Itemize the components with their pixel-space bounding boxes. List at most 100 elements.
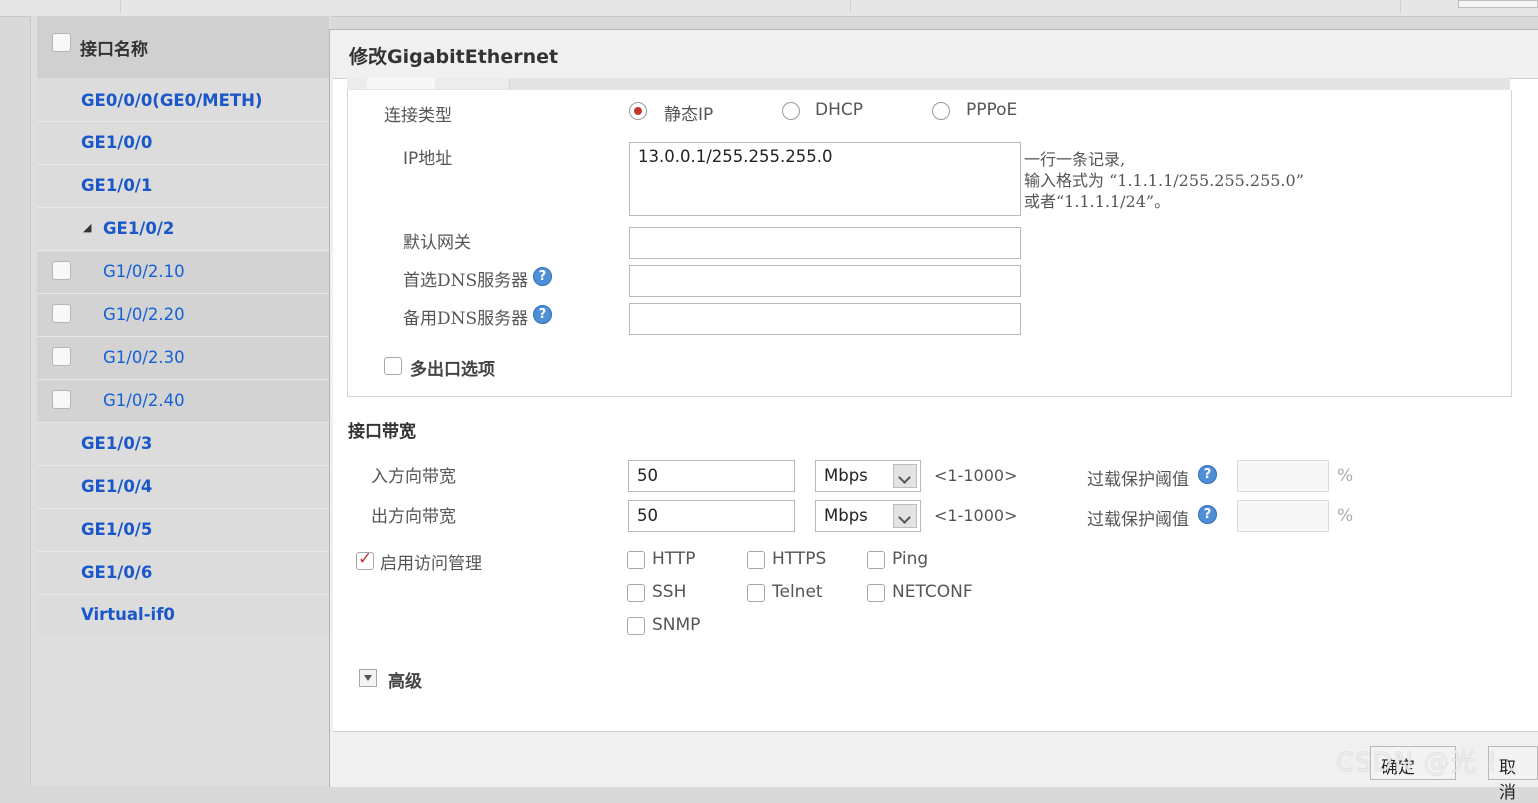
tab[interactable]	[435, 78, 510, 89]
subinterface-row[interactable]: G1/0/2.30	[37, 337, 329, 380]
https-label: HTTPS	[772, 549, 827, 569]
interface-row[interactable]: GE0/0/0(GE0/METH)	[37, 79, 329, 122]
netconf-label: NETCONF	[892, 582, 973, 602]
outbound-unit-value: Mbps	[824, 506, 868, 525]
snmp-checkbox[interactable]	[627, 617, 645, 635]
telnet-label: Telnet	[772, 582, 823, 602]
interface-link[interactable]: GE1/0/2	[103, 219, 174, 238]
interface-list-empty-area	[37, 636, 329, 786]
row-checkbox[interactable]	[52, 390, 71, 409]
outbound-unit-select[interactable]: Mbps	[815, 500, 921, 532]
outbound-percent-unit: %	[1337, 506, 1354, 526]
interface-link[interactable]: GE1/0/5	[81, 520, 152, 539]
tab-active[interactable]	[367, 78, 436, 89]
radio-static-ip[interactable]	[629, 102, 647, 120]
https-checkbox[interactable]	[747, 551, 765, 569]
subinterface-link[interactable]: G1/0/2.40	[103, 391, 185, 410]
interface-row[interactable]: GE1/0/0	[37, 122, 329, 165]
subinterface-row[interactable]: G1/0/2.40	[37, 380, 329, 423]
interface-row[interactable]: GE1/0/3	[37, 423, 329, 466]
radio-pppoe[interactable]	[932, 102, 950, 120]
row-checkbox[interactable]	[52, 304, 71, 323]
interface-link[interactable]: Virtual-if0	[81, 605, 175, 624]
interface-name-column-header: 接口名称	[80, 40, 148, 60]
help-icon[interactable]: ?	[533, 267, 552, 286]
ip-address-label: IP地址	[403, 149, 453, 169]
default-gateway-input[interactable]	[629, 227, 1021, 259]
interface-row[interactable]: GE1/0/6	[37, 552, 329, 595]
toolbar-box[interactable]	[1458, 0, 1538, 8]
interface-row[interactable]: GE1/0/5	[37, 509, 329, 552]
access-management-label: 启用访问管理	[380, 554, 482, 574]
inbound-percent-unit: %	[1337, 466, 1354, 486]
outbound-bandwidth-label: 出方向带宽	[371, 507, 456, 527]
ip-hint-line: 一行一条记录,	[1024, 150, 1126, 169]
watermark-text: CSDN @光 ! .	[1336, 748, 1517, 778]
ping-label: Ping	[892, 549, 929, 569]
snmp-label: SNMP	[652, 615, 701, 635]
outbound-overload-label: 过载保护阈值	[1087, 510, 1189, 530]
subinterface-link[interactable]: G1/0/2.10	[103, 262, 185, 281]
subinterface-link[interactable]: G1/0/2.30	[103, 348, 185, 367]
netconf-checkbox[interactable]	[867, 584, 885, 602]
ssh-label: SSH	[652, 582, 687, 602]
interface-row-expanded[interactable]: ◢ GE1/0/2	[37, 208, 329, 251]
bandwidth-section-title: 接口带宽	[348, 422, 416, 442]
primary-dns-input[interactable]	[629, 265, 1021, 297]
secondary-dns-input[interactable]	[629, 303, 1021, 335]
outbound-range-hint: <1-1000>	[934, 506, 1018, 525]
telnet-checkbox[interactable]	[747, 584, 765, 602]
ping-checkbox[interactable]	[867, 551, 885, 569]
inbound-overload-label: 过载保护阈值	[1087, 470, 1189, 490]
interface-link[interactable]: GE1/0/3	[81, 434, 152, 453]
toolbar-cell	[420, 0, 851, 12]
dropdown-arrow-icon[interactable]	[893, 504, 917, 528]
inbound-bandwidth-input[interactable]: 50	[628, 460, 795, 492]
option-static-ip-label: 静态IP	[664, 105, 714, 125]
option-pppoe-label: PPPoE	[966, 100, 1018, 120]
interface-link[interactable]: GE1/0/1	[81, 176, 152, 195]
interface-row[interactable]: Virtual-if0	[37, 595, 329, 638]
select-all-checkbox[interactable]	[52, 33, 71, 52]
subinterface-link[interactable]: G1/0/2.20	[103, 305, 185, 324]
ip-hint-line: 输入格式为 “1.1.1.1/255.255.255.0”	[1024, 171, 1304, 190]
inbound-overload-input[interactable]	[1237, 460, 1329, 492]
inbound-bandwidth-label: 入方向带宽	[371, 467, 456, 487]
ssh-checkbox[interactable]	[627, 584, 645, 602]
tab[interactable]	[347, 78, 368, 89]
toolbar-cell	[850, 0, 1401, 12]
collapse-triangle-icon[interactable]: ◢	[83, 221, 91, 234]
interface-link[interactable]: GE0/0/0(GE0/METH)	[81, 91, 262, 110]
interface-link[interactable]: GE1/0/4	[81, 477, 152, 496]
subinterface-row[interactable]: G1/0/2.10	[37, 251, 329, 294]
advanced-expand-icon[interactable]	[359, 669, 377, 687]
access-management-checkbox[interactable]	[356, 549, 374, 570]
ip-hint-line: 或者“1.1.1.1/24”。	[1024, 192, 1171, 211]
http-checkbox[interactable]	[627, 551, 645, 569]
outbound-bandwidth-input[interactable]: 50	[628, 500, 795, 532]
primary-dns-label: 首选DNS服务器	[403, 271, 529, 291]
row-checkbox[interactable]	[52, 261, 71, 280]
outbound-overload-input[interactable]	[1237, 500, 1329, 532]
help-icon[interactable]: ?	[533, 305, 552, 324]
dialog-title: 修改GigabitEthernet	[349, 46, 559, 68]
connection-type-label: 连接类型	[384, 106, 452, 126]
help-icon[interactable]: ?	[1198, 505, 1217, 524]
multi-exit-checkbox[interactable]	[384, 357, 402, 375]
row-checkbox[interactable]	[52, 347, 71, 366]
help-icon[interactable]: ?	[1198, 465, 1217, 484]
multi-exit-label: 多出口选项	[410, 360, 495, 380]
subinterface-row[interactable]: G1/0/2.20	[37, 294, 329, 337]
radio-dhcp[interactable]	[782, 102, 800, 120]
inbound-unit-select[interactable]: Mbps	[815, 460, 921, 492]
interface-link[interactable]: GE1/0/0	[81, 133, 152, 152]
http-label: HTTP	[652, 549, 696, 569]
dropdown-arrow-icon[interactable]	[893, 464, 917, 488]
interface-row[interactable]: GE1/0/4	[37, 466, 329, 509]
top-toolbar-strip	[0, 0, 1538, 17]
ip-address-textarea[interactable]: 13.0.0.1/255.255.255.0	[629, 142, 1021, 216]
interface-link[interactable]: GE1/0/6	[81, 563, 152, 582]
advanced-section-label[interactable]: 高级	[388, 667, 422, 692]
secondary-dns-label: 备用DNS服务器	[403, 309, 529, 329]
interface-row[interactable]: GE1/0/1	[37, 165, 329, 208]
